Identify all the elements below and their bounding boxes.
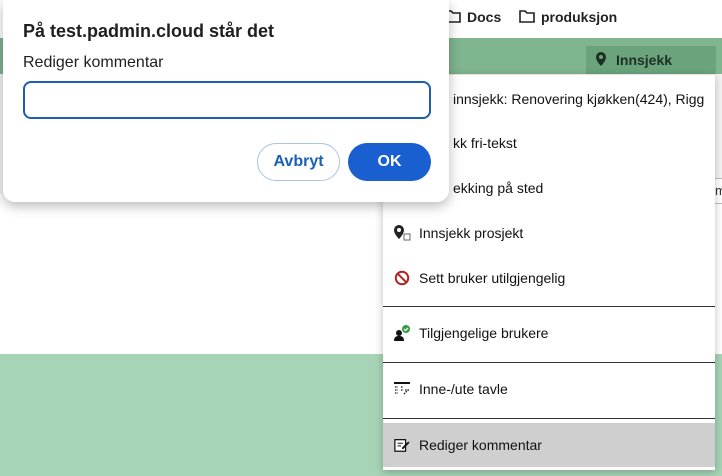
menu-item-rediger-kommentar[interactable]: Rediger kommentar [383,423,715,467]
menu-item-label: innsjekk: Renovering kjøkken(424), Rigg [453,91,705,107]
menu-item-label: kk fri-tekst [453,135,517,151]
folder-icon [519,9,535,26]
bookmark-label: produksjon [541,9,618,25]
menu-item-innsjekk-prosjekt[interactable]: Innsjekk prosjekt [383,211,715,255]
menu-divider [383,418,715,419]
dialog-message: Rediger kommentar [23,54,164,71]
menu-item-label: Rediger kommentar [419,437,542,453]
pin-project-icon [393,224,411,242]
map-pin-icon [594,51,608,70]
menu-item-label: Inne-/ute tavle [419,381,508,397]
menu-item-tilgjengelige-brukere[interactable]: Tilgjengelige brukere [383,311,715,355]
user-check-icon [393,324,411,342]
edit-note-icon [393,436,411,454]
menu-item-label: Innsjekk prosjekt [419,225,524,241]
menu-item-inne-ute-tavle[interactable]: Inne-/ute tavle [383,367,715,411]
dialog-title: På test.padmin.cloud står det [23,21,275,41]
cancel-button[interactable]: Avbryt [257,143,340,181]
menu-item-label: Tilgjengelige brukere [419,325,549,341]
menu-item-label: Sett bruker utilgjengelig [419,270,566,286]
ok-button[interactable]: OK [348,143,431,181]
bookmark-produksjon[interactable]: produksjon [519,7,617,27]
prohibited-icon [393,269,411,287]
board-icon [393,380,411,398]
menu-item-sett-bruker-utilgjengelig[interactable]: Sett bruker utilgjengelig [383,256,715,300]
bookmark-label: Docs [467,9,502,25]
menu-divider [383,306,715,307]
prompt-dialog: På test.padmin.cloud står det Rediger ko… [3,0,449,202]
innsjekk-button[interactable]: Innsjekk [586,46,716,74]
innsjekk-label: Innsjekk [616,52,673,68]
comment-input[interactable] [23,81,431,119]
menu-item-label: ekking på sted [453,180,544,196]
menu-divider [383,362,715,363]
bookmark-docs[interactable]: Docs [445,7,501,27]
